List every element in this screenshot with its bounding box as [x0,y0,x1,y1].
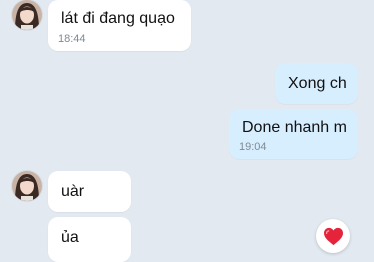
message-text: Xong ch [288,75,347,92]
message-time: 19:04 [239,141,267,153]
message-text: ủa [61,229,79,246]
message-bubble-incoming[interactable]: lát đi đang quạo 18:44 [48,0,191,51]
contact-avatar[interactable] [12,0,42,30]
heart-reaction-button[interactable] [316,219,350,253]
message-text: Done nhanh m [242,119,347,136]
message-time: 18:44 [58,33,86,45]
message-text: lát đi đang quạo [61,10,175,27]
avatar-image [12,0,42,30]
message-bubble-outgoing[interactable]: Xong ch [275,63,358,104]
message-bubble-incoming[interactable]: ủa [48,217,131,262]
message-bubble-incoming[interactable]: uàr [48,171,131,212]
avatar-image [12,171,42,201]
contact-avatar[interactable] [12,171,42,201]
heart-icon [323,227,343,245]
message-bubble-outgoing[interactable]: Done nhanh m 19:04 [229,109,358,159]
message-text: uàr [61,183,85,200]
